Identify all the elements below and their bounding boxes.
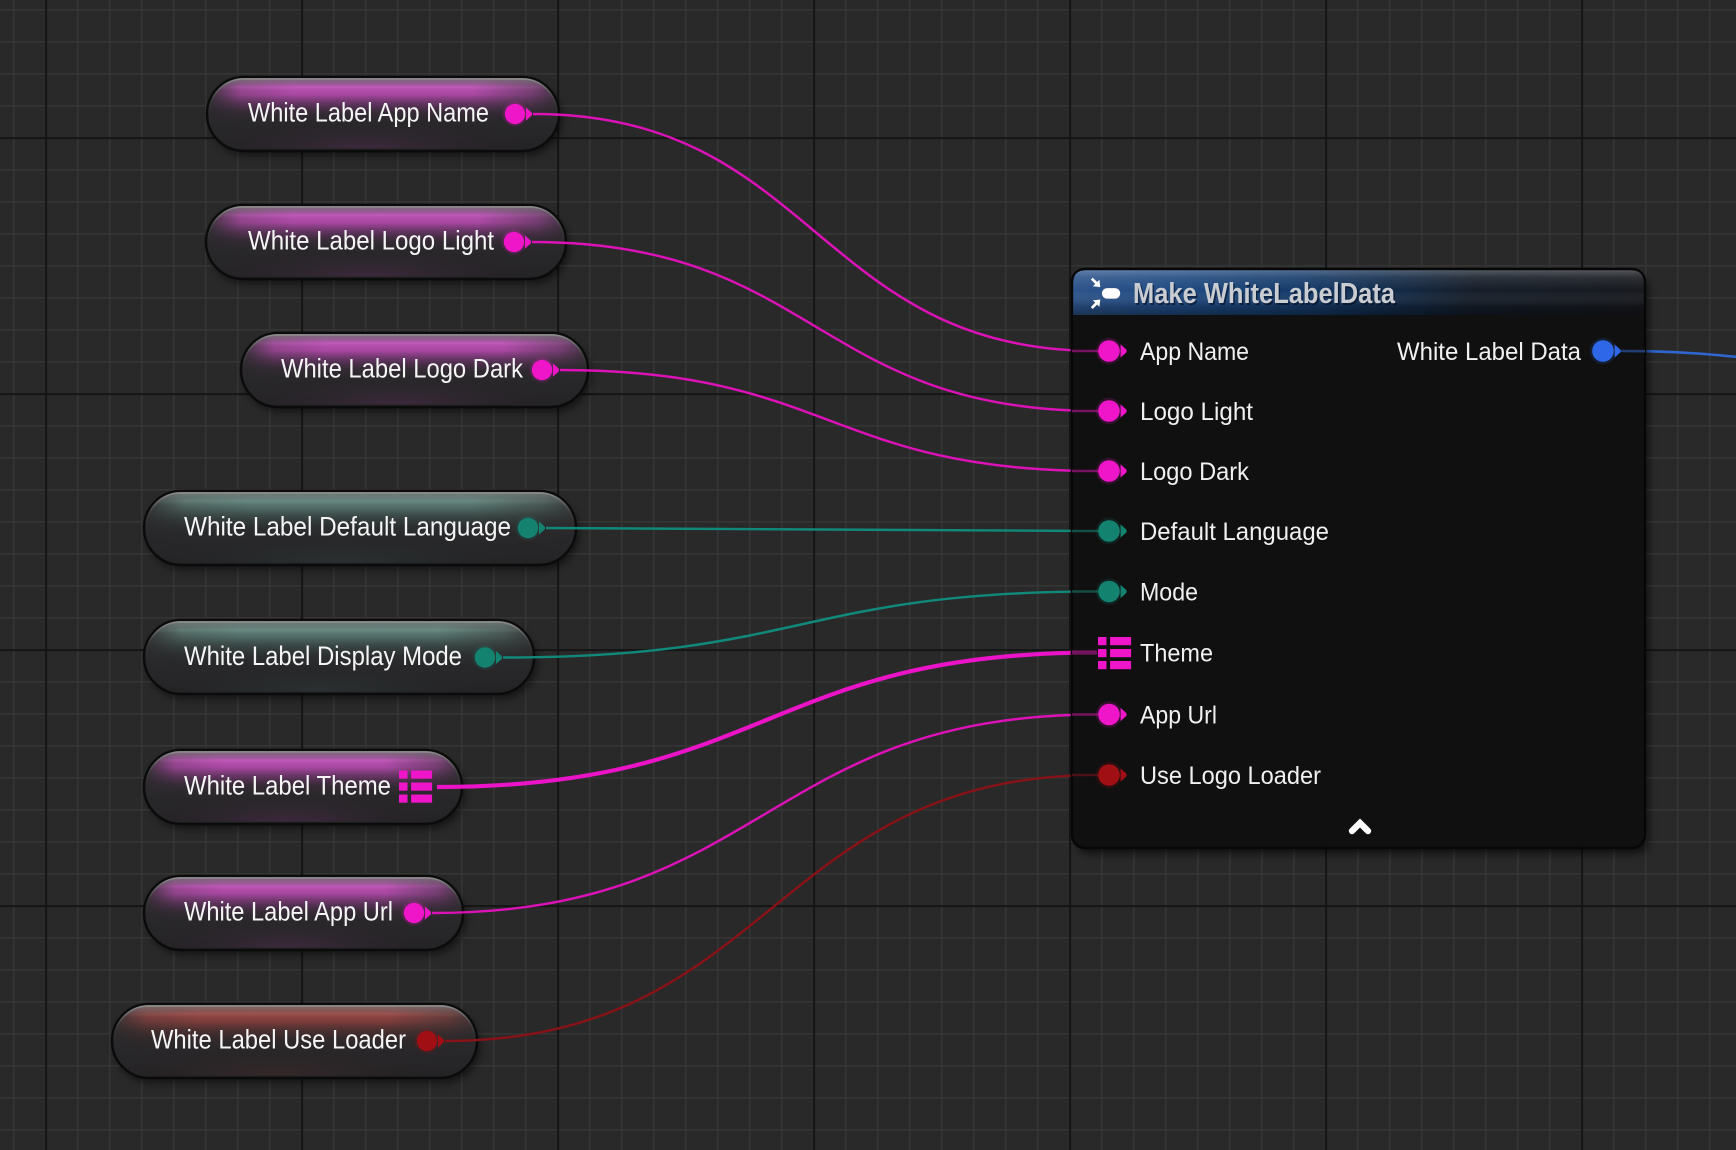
svg-text:White Label Logo Light: White Label Logo Light [248, 225, 494, 255]
svg-text:White Label App Url: White Label App Url [184, 896, 393, 926]
svg-text:White Label Data: White Label Data [1397, 338, 1581, 366]
svg-text:White Label Default Language: White Label Default Language [184, 511, 511, 541]
svg-text:App Name: App Name [1140, 338, 1249, 366]
svg-text:White Label Logo Dark: White Label Logo Dark [281, 353, 523, 383]
svg-text:Use Logo Loader: Use Logo Loader [1140, 762, 1321, 790]
svg-text:White Label Theme: White Label Theme [184, 770, 391, 800]
svg-text:White Label App Name: White Label App Name [248, 97, 489, 127]
svg-text:White Label Use Loader: White Label Use Loader [151, 1024, 406, 1054]
svg-text:Make WhiteLabelData: Make WhiteLabelData [1133, 278, 1396, 310]
svg-text:Logo Dark: Logo Dark [1140, 458, 1249, 486]
svg-text:App Url: App Url [1140, 701, 1217, 729]
svg-text:Default Language: Default Language [1140, 518, 1329, 546]
svg-text:Logo Light: Logo Light [1140, 398, 1253, 426]
svg-text:Theme: Theme [1140, 639, 1213, 667]
svg-text:Mode: Mode [1140, 578, 1198, 606]
svg-text:White Label Display Mode: White Label Display Mode [184, 641, 462, 671]
